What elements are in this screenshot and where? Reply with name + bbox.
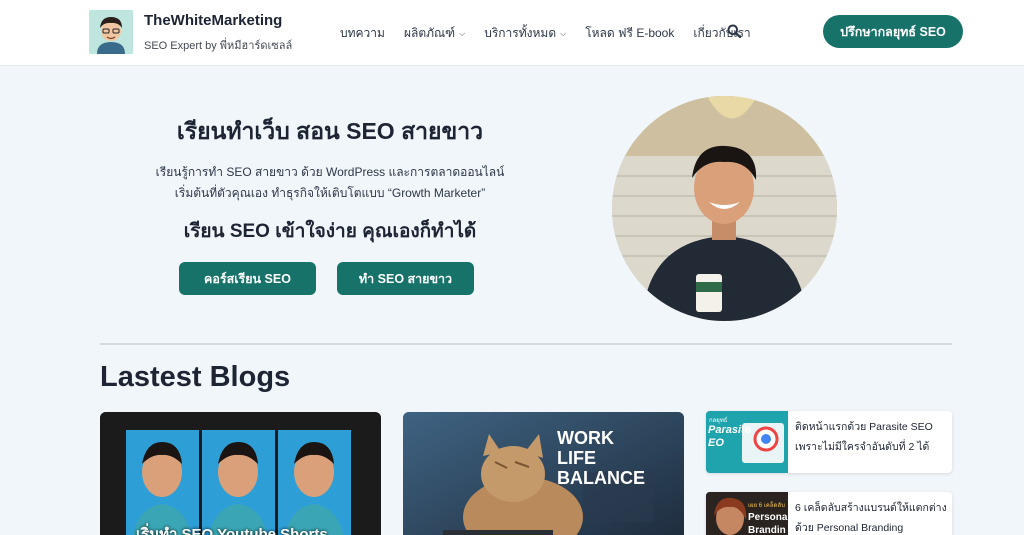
blog-card-caption-line: WORK [557, 428, 614, 448]
nav-item-products[interactable]: ผลิตภัณฑ์ ⌵ [404, 24, 465, 43]
search-icon[interactable] [727, 24, 742, 39]
blog-card-work-life-balance[interactable]: WORK LIFE BALANCE [403, 412, 684, 535]
chevron-down-icon: ⌵ [560, 28, 567, 38]
brand-name[interactable]: TheWhiteMarketing [144, 12, 282, 29]
consult-seo-button[interactable]: ปรึกษากลยุทธ์ SEO [823, 15, 963, 48]
main-nav: บทความ ผลิตภัณฑ์ ⌵ บริการทั้งหมด ⌵ โหลด … [340, 24, 751, 43]
side-post-personal-branding[interactable]: เผย 6 เคล็ดลับ Persona Brandin 6 เคล็ดลั… [706, 492, 952, 535]
side-post-title[interactable]: ติดหน้าแรกด้วย Parasite SEO เพราะไม่มีใค… [795, 417, 949, 457]
seo-course-button[interactable]: คอร์สเรียน SEO [179, 262, 316, 295]
hero-title: เรียนทำเว็บ สอน SEO สายขาว [176, 118, 484, 144]
section-divider [100, 343, 952, 345]
side-post-thumbnail: กลยุทธ์ Parasite EO [706, 411, 788, 473]
hero-description: เรียนรู้การทำ SEO สายขาว ด้วย WordPress … [100, 162, 560, 204]
side-post-thumbnail: เผย 6 เคล็ดลับ Persona Brandin [706, 492, 788, 535]
nav-item-label: โหลด ฟรี E-book [585, 26, 675, 40]
hero-description-line: เรียนรู้การทำ SEO สายขาว ด้วย WordPress … [155, 165, 505, 179]
nav-item-label: บริการทั้งหมด [484, 26, 557, 40]
nav-item-label: เกี่ยวกับเรา [693, 26, 751, 40]
brand-tagline: SEO Expert by พี่หมีฮาร์ดเซลล์ [144, 40, 293, 52]
nav-item-ebook[interactable]: โหลด ฟรี E-book [585, 24, 674, 43]
thumb-caption: EO [708, 437, 724, 449]
thumb-caption: Parasite [708, 424, 751, 436]
hero-description-line: เริ่มต้นที่ตัวคุณเอง ทำธุรกิจให้เติบโตแบ… [174, 186, 486, 200]
thumb-caption: Persona [748, 512, 788, 523]
chevron-down-icon: ⌵ [459, 28, 466, 38]
blog-card-caption-line: BALANCE [557, 468, 645, 488]
nav-item-services[interactable]: บริการทั้งหมด ⌵ [484, 24, 566, 43]
site-header: TheWhiteMarketing SEO Expert by พี่หมีฮา… [0, 0, 1024, 66]
side-post-parasite-seo[interactable]: กลยุทธ์ Parasite EO ติดหน้าแรกด้วย Paras… [706, 411, 952, 473]
logo-avatar[interactable] [89, 10, 133, 54]
blogs-section-title: Lastest Blogs [100, 361, 291, 393]
nav-item-articles[interactable]: บทความ [340, 24, 385, 43]
blog-card-caption-line: LIFE [557, 448, 596, 468]
thumb-caption: Brandin [748, 525, 786, 535]
blog-card-youtube-shorts[interactable]: เริ่มทำ SEO Youtube Shorts [100, 412, 381, 535]
thumb-caption: เผย 6 เคล็ดลับ [748, 503, 785, 509]
whitehat-seo-button[interactable]: ทำ SEO สายขาว [337, 262, 474, 295]
nav-item-about[interactable]: เกี่ยวกับเรา [693, 24, 750, 43]
author-portrait [612, 96, 837, 321]
side-post-title[interactable]: 6 เคล็ดลับสร้างแบรนด์ให้แตกต่างด้วย Pers… [795, 498, 949, 535]
blog-card-caption: WORK LIFE BALANCE [557, 428, 645, 488]
nav-item-label: ผลิตภัณฑ์ [403, 26, 456, 40]
nav-item-label: บทความ [340, 26, 385, 40]
blog-card-caption: เริ่มทำ SEO Youtube Shorts [136, 526, 328, 535]
hero-tagline: เรียน SEO เข้าใจง่าย คุณเองก็ทำได้ [183, 221, 477, 242]
